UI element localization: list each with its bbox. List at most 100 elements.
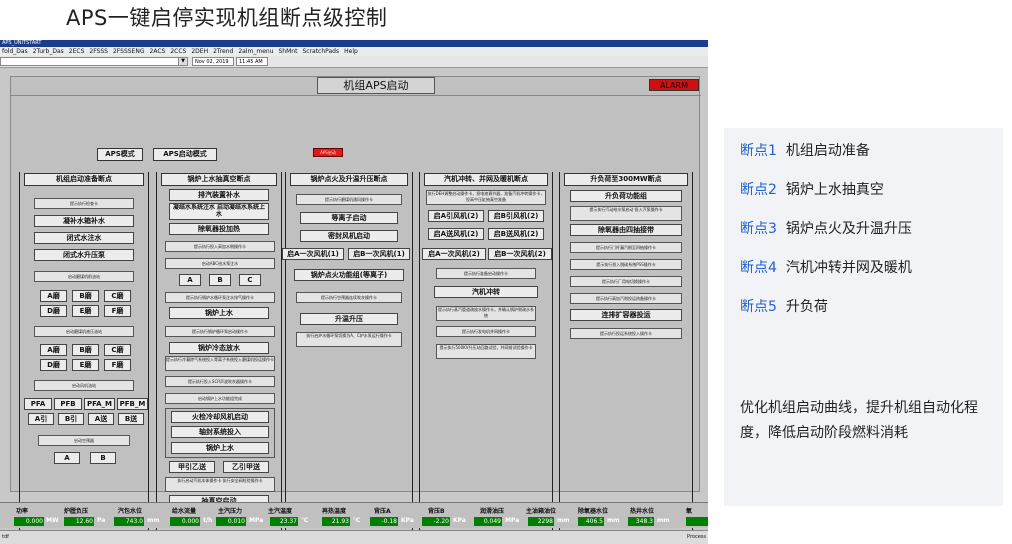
menu-item[interactable]: ScratchPads: [302, 48, 339, 55]
alarm-indicator[interactable]: ALARM: [649, 79, 699, 91]
step-button[interactable]: 闭式水升压泵: [34, 249, 134, 261]
aps-start-mode-button[interactable]: APS启动模式: [153, 148, 217, 161]
menu-item[interactable]: 2Turb_Das: [33, 48, 64, 55]
mill-button[interactable]: C磨: [104, 344, 131, 356]
step-button[interactable]: 提示执行冷凝除气系统投入等离子系统投入磨煤机投运操作卡: [165, 356, 275, 371]
step-button[interactable]: 执行DEH调整启动操作卡，投电液调节器，准备汽机冲转操作卡，投高中压缸抽真空准备: [426, 190, 546, 205]
step-button[interactable]: 提示执行锅炉循环泵启动操作卡: [165, 326, 275, 337]
fan-button[interactable]: A送: [88, 413, 114, 425]
step-button[interactable]: 锅炉上水: [169, 307, 269, 319]
step-button[interactable]: 提示执行空预器连续吹灰操作卡: [296, 292, 402, 303]
graphic-selector[interactable]: ▼: [0, 57, 188, 66]
menu-item[interactable]: fold_Das: [2, 48, 28, 55]
airheater-button[interactable]: B: [90, 452, 116, 464]
chevron-down-icon[interactable]: ▼: [178, 58, 187, 65]
step-button[interactable]: 锅炉上水: [171, 442, 269, 454]
menu-item[interactable]: 2DEH: [191, 48, 208, 55]
step-button[interactable]: 启动风机油站: [34, 380, 134, 391]
fan-button[interactable]: A引: [28, 413, 54, 425]
aps-start-button[interactable]: APS启动: [313, 148, 343, 157]
primary-fan-button[interactable]: 启A一次风机(1): [282, 248, 344, 260]
step-button[interactable]: 提示执行发电机并网操作卡: [436, 326, 536, 337]
step-button[interactable]: 轴封系统投入: [171, 426, 269, 438]
fan-button[interactable]: 启A引风机(2): [428, 210, 484, 222]
fan-button[interactable]: PFA_M: [84, 398, 115, 410]
step-button[interactable]: 锅炉冷态放水: [169, 342, 269, 354]
step-button[interactable]: 凝结水系统注水 启动凝结水系统上水: [169, 203, 269, 220]
mill-button[interactable]: A磨: [40, 290, 67, 302]
step-button[interactable]: 提示执行500KV升压站回路试验，并网前试验操作卡: [436, 344, 536, 359]
fan-button[interactable]: 启B送风机(2): [488, 228, 544, 240]
primary-fan-button[interactable]: 启B一次风机(1): [348, 248, 410, 260]
pump-button[interactable]: A: [179, 274, 201, 286]
step-button[interactable]: 火检冷却风机启动: [171, 411, 269, 423]
mill-button[interactable]: C磨: [104, 290, 131, 302]
step-button[interactable]: 排汽装置补水: [169, 189, 269, 201]
step-button[interactable]: 提示执行投入脱硫系统PSS操作卡: [570, 259, 682, 270]
step-button[interactable]: 执行启动汽机本体操作卡 执行安全阀检验操作卡: [165, 477, 275, 492]
fan-button[interactable]: 启A送风机(2): [428, 228, 484, 240]
mill-button[interactable]: D磨: [40, 359, 67, 371]
step-button[interactable]: 提示执行高加汽侧投运热备操作卡: [570, 293, 682, 304]
fan-combo-button[interactable]: 甲引乙送: [169, 461, 215, 473]
step-button[interactable]: 汽机冲转: [434, 286, 538, 298]
mill-button[interactable]: E磨: [72, 305, 99, 317]
step-button[interactable]: 提示执行投运系统投入操作卡: [570, 328, 682, 339]
step-button[interactable]: 提示执行厂用电切换操作卡: [570, 276, 682, 287]
menu-item[interactable]: 2FSSS: [89, 48, 108, 55]
menu-item[interactable]: 2CCS: [170, 48, 186, 55]
menu-item[interactable]: 2Trend: [213, 48, 233, 55]
menu-item[interactable]: 2FSSSENG: [113, 48, 145, 55]
step-button[interactable]: 提示执行锅炉水循环泵注水排气操作卡: [165, 292, 275, 303]
step-button[interactable]: 闭式水注水: [34, 232, 134, 244]
mill-button[interactable]: F磨: [104, 305, 131, 317]
step-button[interactable]: 密封风机启动: [300, 230, 398, 242]
mill-button[interactable]: D磨: [40, 305, 67, 317]
step-button[interactable]: 等离子启动: [300, 212, 398, 224]
primary-fan-button[interactable]: 启B一次风机(2): [488, 248, 552, 260]
menu-item[interactable]: Help: [344, 48, 358, 55]
step-button[interactable]: 升温升压: [300, 313, 398, 325]
mill-button[interactable]: B磨: [72, 344, 99, 356]
step-button[interactable]: 提示执行门杆漏汽倒至四抽操作卡: [570, 242, 682, 253]
step-button[interactable]: 升负荷功能组: [570, 190, 682, 202]
menu-item[interactable]: 2ACS: [150, 48, 166, 55]
menu-item[interactable]: 2ECS: [69, 48, 85, 55]
step-button[interactable]: 除氧器由四抽接带: [570, 224, 682, 236]
step-button[interactable]: 提示执行投入SCR声波吹灰器操作卡: [165, 376, 275, 387]
step-button[interactable]: 除氧器投加热: [169, 223, 269, 235]
fan-button[interactable]: PFA: [24, 398, 52, 410]
airheater-button[interactable]: A: [54, 452, 80, 464]
fan-button[interactable]: B引: [58, 413, 84, 425]
step-button[interactable]: 启动磨煤机液压油站: [34, 326, 134, 337]
step-button[interactable]: 启动磨煤机前油站: [34, 271, 134, 282]
step-button[interactable]: 提示执行汽动给水泵启动 投入汽泵操作卡: [570, 206, 682, 221]
mill-button[interactable]: F磨: [104, 359, 131, 371]
fan-combo-button[interactable]: 乙引甲送: [223, 461, 269, 473]
pump-button[interactable]: B: [209, 274, 231, 286]
fan-button[interactable]: PFB: [54, 398, 82, 410]
step-button[interactable]: 连排扩容器投运: [570, 309, 682, 321]
menu-item[interactable]: 2alm_menu: [238, 48, 273, 55]
pump-button[interactable]: C: [239, 274, 261, 286]
step-button[interactable]: 启动空预器: [38, 435, 130, 446]
fan-button[interactable]: B送: [118, 413, 144, 425]
step-button[interactable]: 提示执行准备启动操作卡: [436, 268, 536, 279]
step-button[interactable]: 凝补水箱补水: [34, 215, 134, 227]
step-button[interactable]: 提示执行磨煤机通风操作卡: [296, 194, 402, 205]
step-button[interactable]: 执行启炉水循环泵切换为A、C炉水泵运行操作卡: [296, 332, 402, 347]
step-button[interactable]: 锅炉点火功能组(等离子): [294, 269, 404, 281]
step-button[interactable]: 提示执行投入高加水侧操作卡: [165, 241, 275, 252]
step-button[interactable]: 启动锅炉上水功能组完成: [165, 393, 275, 404]
step-button[interactable]: 提示执行蒸汽管道疏放水操作卡，并确认锅炉侧疏水系统: [436, 306, 536, 321]
step-button[interactable]: 启动ABC给水泵注水: [165, 258, 275, 269]
mill-button[interactable]: E磨: [72, 359, 99, 371]
mill-button[interactable]: A磨: [40, 344, 67, 356]
fan-button[interactable]: PFB_M: [117, 398, 148, 410]
primary-fan-button[interactable]: 启A一次风机(2): [422, 248, 486, 260]
step-button[interactable]: 提示执行检查卡: [34, 198, 134, 209]
menu-item[interactable]: ShMnt: [279, 48, 298, 55]
fan-button[interactable]: 启B引风机(2): [488, 210, 544, 222]
aps-mode-button[interactable]: APS模式: [97, 148, 143, 161]
mill-button[interactable]: B磨: [72, 290, 99, 302]
